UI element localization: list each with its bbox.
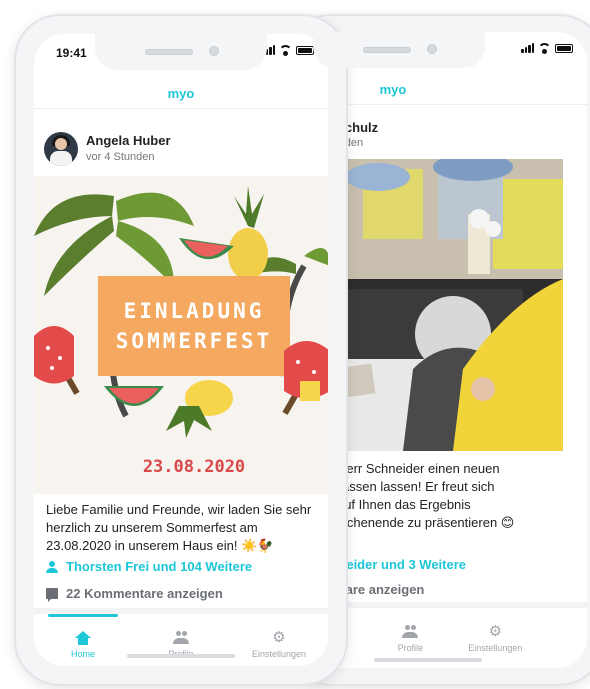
front-notch [95,34,267,70]
gear-icon: ⚙ [272,629,286,646]
app-title: myo [167,86,195,101]
wifi-icon [538,43,551,54]
post-caption: Liebe Familie und Freunde, wir laden Sie… [46,502,312,553]
avatar[interactable] [44,132,78,166]
front-phone: 19:41 myo Angela Huber vor 4 Stunden EIN… [14,14,348,686]
signal-icon [521,43,534,53]
tab-bar: Home Profile ⚙ Einstellungen [34,614,328,666]
people-icon [401,625,419,639]
event-date: 23.08.2020 [143,457,245,477]
post-likes[interactable]: Thorsten Frei und 104 Weitere [46,559,252,574]
invitation-graphic: EINLADUNG SOMMERFEST 23.08.2020 [34,176,328,494]
post-time: vor 4 Stunden [86,151,155,163]
tab-settings[interactable]: ⚙ Einstellungen [230,614,328,666]
gear-icon: ⚙ [488,623,503,640]
tab-settings-label: Einstellungen [251,649,306,659]
likes-label: Thorsten Frei und 104 Weitere [66,559,253,574]
post-header[interactable]: Angela Huber vor 4 Stunden [34,118,328,176]
comments-label: 22 Kommentare anzeigen [66,586,223,601]
home-indicator[interactable] [127,654,235,658]
stage: myo eline Schulz 8 Stunden [0,0,590,689]
comment-icon [46,588,58,602]
front-screen: 19:41 myo Angela Huber vor 4 Stunden EIN… [34,34,328,666]
wifi-icon [279,45,292,56]
banner-line2: SOMMERFEST [116,329,272,353]
tab-home-label: Home [70,649,95,659]
person-icon [46,560,58,573]
post-author[interactable]: Angela Huber [86,133,171,148]
post-image[interactable]: EINLADUNG SOMMERFEST 23.08.2020 [34,176,328,494]
battery-icon [555,43,573,53]
post-comments[interactable]: 22 Kommentare anzeigen [46,586,223,602]
tab-home[interactable]: Home [34,614,132,666]
battery-icon [296,45,314,55]
people-icon [172,631,190,645]
banner-line1: EINLADUNG [124,299,265,323]
tab-profile[interactable]: Profile [132,614,230,666]
status-time: 19:41 [56,46,87,60]
back-notch [313,32,485,68]
home-icon [74,631,92,645]
